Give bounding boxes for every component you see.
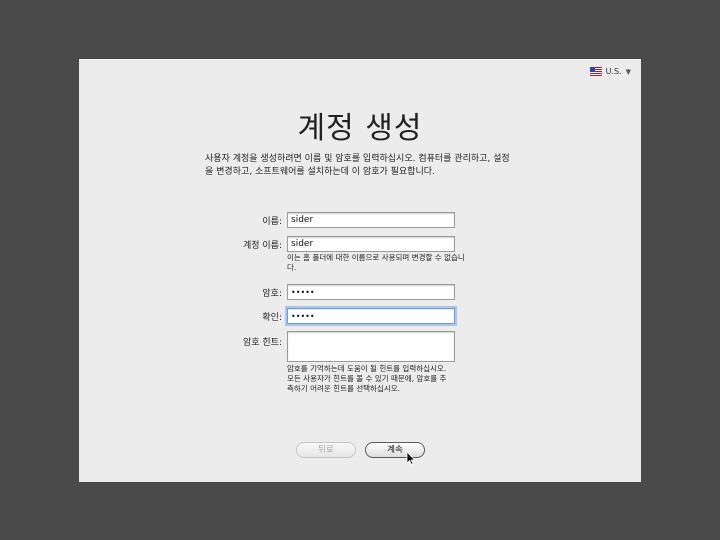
us-flag-icon bbox=[589, 67, 602, 76]
password-hint-label: 암호 힌트: bbox=[242, 338, 282, 348]
password-label: 암호: bbox=[262, 289, 282, 299]
password-hint-help: 암호를 기억하는데 도움이 될 힌트를 입력하십시오. 모든 사용자가 힌트를 … bbox=[287, 364, 447, 393]
continue-button[interactable]: 계속 bbox=[365, 442, 425, 458]
account-name-help: 이는 홈 폴더에 대한 이름으로 사용되며 변경할 수 없습니다. bbox=[287, 253, 465, 272]
verify-password-field[interactable]: ••••• bbox=[287, 308, 455, 324]
verify-label: 확인: bbox=[262, 313, 282, 323]
name-field[interactable]: sider bbox=[287, 212, 455, 228]
account-name-label: 계정 이름: bbox=[242, 241, 282, 251]
setup-assistant-panel: U.S. ▼ 계정 생성 사용자 계정을 생성하려면 이름 및 암호를 입력하십… bbox=[79, 59, 641, 482]
page-description: 사용자 계정을 생성하려면 이름 및 암호를 입력하십시오. 컴퓨터를 관리하고… bbox=[205, 154, 510, 177]
account-name-field[interactable]: sider bbox=[287, 236, 455, 252]
mouse-pointer-icon bbox=[406, 451, 416, 465]
locale-label: U.S. bbox=[605, 67, 622, 76]
password-field[interactable]: ••••• bbox=[287, 284, 455, 300]
name-label: 이름: bbox=[262, 217, 282, 227]
password-hint-field[interactable] bbox=[287, 331, 455, 362]
keyboard-locale-menu[interactable]: U.S. ▼ bbox=[589, 67, 631, 76]
back-button[interactable]: 뒤로 bbox=[296, 442, 356, 458]
chevron-down-icon: ▼ bbox=[625, 67, 631, 76]
page-title: 계정 생성 bbox=[297, 111, 423, 146]
